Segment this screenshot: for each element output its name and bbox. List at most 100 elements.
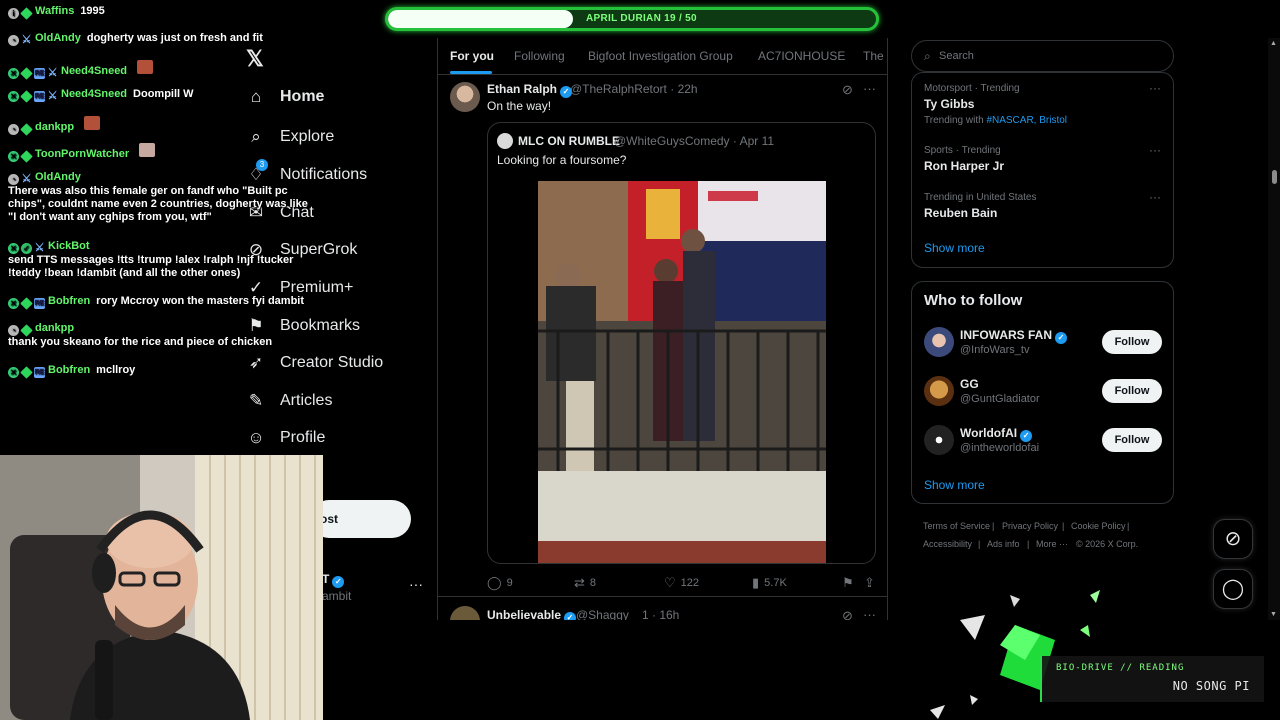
nav-home[interactable]: ⌂ Home: [246, 87, 325, 107]
sword-icon: ⚔: [47, 67, 58, 79]
nav-profile-label: Profile: [280, 429, 326, 446]
gem-icon: [20, 366, 33, 379]
chat-message: ✕ ✓ ⚔ KickBot send TTS messages !tts !trump …: [8, 240, 294, 279]
more-icon[interactable]: ···: [863, 607, 876, 620]
grok-icon: ⊘: [1224, 528, 1242, 550]
nav-explore[interactable]: ⌕ Explore: [246, 127, 334, 147]
trend-context: Trending with #NASCAR, Bristol: [924, 115, 1068, 126]
separator: |: [992, 521, 995, 531]
follow-button[interactable]: Follow: [1102, 379, 1162, 403]
scroll-up-icon[interactable]: ▲: [1270, 40, 1277, 47]
more-icon[interactable]: ···: [1149, 143, 1161, 157]
badge-icon: ◔: [8, 174, 19, 185]
verified-icon: ✓: [21, 243, 32, 254]
active-tab-indicator: [450, 71, 492, 74]
rocket-icon: ➶: [248, 353, 264, 372]
post-button[interactable]: ost: [310, 500, 411, 538]
gem-icon: [20, 324, 33, 337]
quoted-tweet[interactable]: MLC ON RUMBLE @WhiteGuysComedy · Apr 11 …: [487, 122, 876, 564]
suggestion-name: INFOWARS FAN ✓: [960, 328, 1067, 344]
account-more-icon[interactable]: ···: [409, 576, 423, 592]
scroll-down-icon[interactable]: ▼: [1270, 611, 1277, 618]
separator: |: [1127, 521, 1130, 531]
tweet-handle-time: @TheRalphRetort · 22h: [570, 82, 698, 96]
privacy-link[interactable]: Privacy Policy: [1002, 521, 1058, 531]
chat-message: ✕ RE ⚔ Need4Sneed: [8, 60, 154, 80]
gem-icon: [20, 67, 33, 80]
nav-profile[interactable]: ☺ Profile: [246, 428, 325, 448]
search-input[interactable]: ⌕ Search: [911, 40, 1174, 72]
tweet-media-image[interactable]: [538, 181, 826, 563]
sword-icon: ⚔: [21, 34, 32, 46]
grok-float-button[interactable]: ⊘: [1213, 519, 1253, 559]
messages-float-button[interactable]: ◯: [1213, 569, 1253, 609]
more-link[interactable]: More ···: [1036, 539, 1068, 549]
verified-badge-icon: ✓: [564, 612, 577, 620]
cookie-link[interactable]: Cookie Policy: [1071, 521, 1126, 531]
tab-the-i[interactable]: The I: [863, 49, 887, 63]
gem-icon: [20, 297, 33, 310]
badge-icon: ◔: [8, 124, 19, 135]
sub-badge-icon: RE: [34, 298, 45, 309]
articles-icon: ✎: [248, 391, 264, 410]
chat-message: ◔ ⚔ OldAndy There was also this female ger …: [8, 171, 308, 223]
ads-link[interactable]: Ads info: [987, 539, 1020, 549]
sub-badge-icon: RE: [34, 68, 45, 79]
avatar[interactable]: [450, 82, 480, 112]
street-scene-image: [538, 181, 826, 563]
tab-ac7ionhouse[interactable]: AC7IONHOUSE: [758, 49, 845, 63]
avatar[interactable]: [450, 606, 480, 620]
repost-button[interactable]: ⇄ 8: [574, 575, 596, 591]
nav-creator-studio[interactable]: ➶ Creator Studio: [246, 353, 383, 373]
views-button[interactable]: ▮ 5.7K: [752, 575, 787, 591]
reply-button[interactable]: ◯ 9: [487, 575, 513, 591]
avatar[interactable]: [924, 327, 954, 357]
badge-icon: ✕: [8, 68, 19, 79]
chat-message: i Waffins 1995: [8, 5, 105, 20]
follow-button[interactable]: Follow: [1102, 330, 1162, 354]
suggestion-name: WorldofAI ✓: [960, 426, 1033, 442]
nav-explore-label: Explore: [280, 128, 335, 145]
scrollbar-thumb[interactable]: [1272, 170, 1277, 184]
tweet-handle: @Shaggy: [576, 608, 629, 620]
account-name: T ✓: [322, 572, 345, 588]
chat-message: ✕ ToonPornWatcher: [8, 143, 156, 163]
more-icon[interactable]: ···: [1149, 190, 1161, 204]
badge-icon: ✕: [8, 298, 19, 309]
scrollbar[interactable]: ▲ ▼: [1268, 38, 1280, 620]
bookmark-button[interactable]: ⚑: [842, 575, 854, 591]
tweet-author[interactable]: Ethan Ralph ✓: [487, 82, 573, 98]
sword-icon: ⚔: [34, 242, 45, 254]
trend-link[interactable]: #NASCAR, Bristol: [986, 115, 1067, 126]
nav-creator-studio-label: Creator Studio: [280, 354, 384, 371]
grok-icon[interactable]: ⊘: [842, 82, 853, 98]
terms-link[interactable]: Terms of Service: [923, 521, 990, 531]
share-button[interactable]: ⇪: [864, 575, 875, 591]
emote-icon: [139, 143, 156, 157]
now-playing-widget: BIO-DRIVE // READING NO SONG PI: [1040, 656, 1264, 702]
account-handle: ambit: [322, 589, 352, 603]
show-more-link[interactable]: Show more: [924, 241, 985, 255]
avatar[interactable]: [924, 376, 954, 406]
tab-bigfoot[interactable]: Bigfoot Investigation Group: [588, 49, 733, 63]
badge-icon: ✕: [8, 367, 19, 378]
more-icon[interactable]: ···: [863, 81, 876, 96]
show-more-link[interactable]: Show more: [924, 478, 985, 492]
tab-for-you[interactable]: For you: [450, 49, 494, 63]
separator: |: [1027, 539, 1030, 549]
grok-icon[interactable]: ⊘: [842, 608, 853, 620]
separator: |: [1062, 521, 1065, 531]
follow-button[interactable]: Follow: [1102, 428, 1162, 452]
tweet-author[interactable]: Unbelievable ✓: [487, 608, 577, 620]
tab-following[interactable]: Following: [514, 49, 565, 63]
x-logo-icon[interactable]: 𝕏: [246, 46, 264, 72]
avatar[interactable]: [924, 425, 954, 455]
more-icon[interactable]: ···: [1149, 81, 1161, 95]
accessibility-link[interactable]: Accessibility: [923, 539, 972, 549]
chat-message: ✕ RE Bobfren rory Mccroy won the masters fy…: [8, 295, 304, 310]
bio-drive-label: BIO-DRIVE // READING: [1056, 663, 1185, 673]
like-button[interactable]: ♡ 122: [664, 575, 699, 591]
webcam-overlay: [0, 455, 323, 720]
nav-articles[interactable]: ✎ Articles: [246, 391, 333, 411]
gem-icon: [20, 90, 33, 103]
